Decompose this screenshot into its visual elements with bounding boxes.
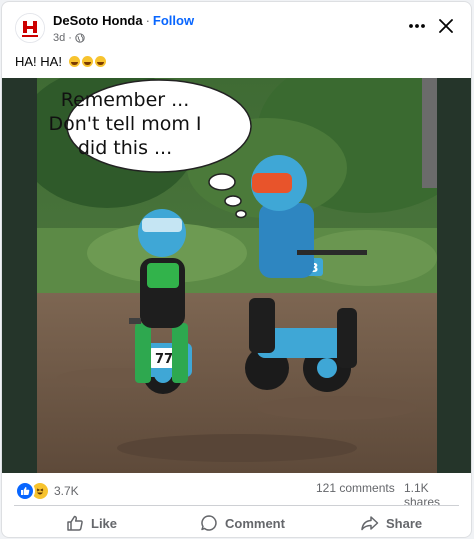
follow-button[interactable]: Follow <box>153 13 194 28</box>
action-bar: Like Comment Share <box>2 509 471 537</box>
comment-label: Comment <box>225 515 285 531</box>
separator-dot: · <box>145 13 150 28</box>
rofl-emoji-icon <box>94 56 106 67</box>
comment-button[interactable]: Comment <box>200 509 285 537</box>
close-icon <box>439 19 453 33</box>
close-button[interactable] <box>435 14 457 38</box>
post-header-line: DeSoto Honda · Follow <box>53 13 194 28</box>
caption-line: Don't tell mom I <box>48 113 202 135</box>
engagement-stats: 3.7K 121 comments 1.1K shares <box>15 481 459 509</box>
post-timestamp[interactable]: 3d <box>53 32 65 44</box>
like-button[interactable]: Like <box>66 509 117 537</box>
post-media[interactable]: 77 953 <box>2 78 471 473</box>
share-icon <box>361 516 379 531</box>
divider <box>14 505 459 506</box>
more-options-button[interactable] <box>406 16 428 36</box>
post-message: HA! HA! <box>15 54 106 69</box>
rofl-emoji-icon <box>68 56 80 67</box>
reactions-count: 3.7K <box>54 484 79 498</box>
more-horizontal-icon <box>409 24 425 28</box>
share-label: Share <box>386 515 423 531</box>
caption-line: did this ... <box>77 137 173 159</box>
caption-line: Remember ... <box>60 89 190 111</box>
like-reaction-icon <box>15 481 35 501</box>
page-avatar[interactable] <box>15 13 45 43</box>
comment-icon <box>201 515 217 531</box>
thumbs-up-icon <box>67 515 83 531</box>
reactions-summary[interactable]: 3.7K <box>15 481 79 501</box>
comments-count[interactable]: 121 comments <box>316 481 395 495</box>
left-bike-number: 77 <box>155 352 173 367</box>
post-card: DeSoto Honda · Follow 3d · HA! HA! 77 Re… <box>1 1 472 538</box>
separator-dot: · <box>68 32 72 44</box>
globe-icon <box>75 33 85 43</box>
honda-logo-icon <box>16 14 44 42</box>
post-text: HA! HA! <box>15 54 62 69</box>
page-name-link[interactable]: DeSoto Honda <box>53 13 143 28</box>
rofl-emoji-icon <box>81 56 93 67</box>
speech-bubble-text: Remember ... Don't tell mom I did this .… <box>46 88 204 160</box>
share-button[interactable]: Share <box>360 509 422 537</box>
like-label: Like <box>91 515 118 531</box>
post-meta: 3d · <box>53 32 85 44</box>
